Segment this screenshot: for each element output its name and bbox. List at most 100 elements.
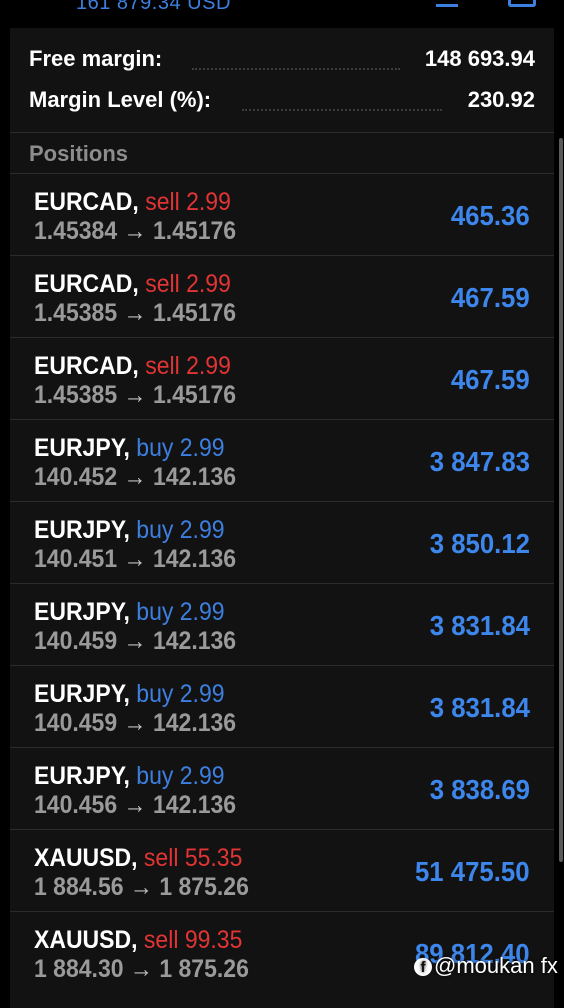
arrow-right-icon: → [117, 381, 153, 409]
position-row[interactable]: EURJPY, buy 2.99 140.459 → 142.136 3 831.8… [10, 665, 554, 747]
price-line: 140.459 → 142.136 [34, 627, 236, 656]
direction: sell [145, 270, 180, 298]
symbol: EURJPY [34, 762, 124, 790]
price-line: 1.45385 → 1.45176 [34, 381, 236, 410]
profit-value: 465.36 [451, 200, 530, 231]
profit-value: 3 850.12 [429, 528, 530, 559]
open-price: 1 884.56 [34, 873, 124, 901]
watermark: f @moukan fx [414, 953, 558, 979]
price-line: 140.451 → 142.136 [34, 545, 236, 574]
direction: sell [145, 352, 180, 380]
volume: 2.99 [186, 188, 231, 216]
current-price: 1.45176 [152, 299, 237, 327]
separator: , [123, 434, 137, 462]
margin-level-label: Margin Level (%): [29, 87, 212, 112]
scrollbar[interactable] [559, 138, 563, 862]
position-title: EURJPY, buy 2.99 [34, 680, 225, 709]
open-price: 140.452 [34, 463, 118, 491]
arrow-right-icon: → [117, 463, 153, 491]
price-line: 140.456 → 142.136 [34, 791, 236, 820]
volume: 2.99 [186, 352, 231, 380]
price-line: 140.459 → 142.136 [34, 709, 236, 738]
position-row[interactable]: EURJPY, buy 2.99 140.452 → 142.136 3 847.8… [10, 419, 554, 501]
watermark-text: @moukan fx [434, 953, 558, 978]
profit-value: 467.59 [451, 282, 530, 313]
profit-value: 3 831.84 [429, 692, 530, 723]
sort-icon[interactable] [436, 0, 458, 7]
position-row[interactable]: EURCAD, sell 2.99 1.45384 → 1.45176 465.36 [10, 173, 554, 255]
volume: 2.99 [179, 762, 225, 790]
direction: buy [136, 434, 174, 462]
position-row[interactable]: EURCAD, sell 2.99 1.45385 → 1.45176 467.59 [10, 255, 554, 337]
margin-level-row: Margin Level (%): 230.92 [10, 81, 554, 121]
open-price: 140.456 [34, 791, 118, 819]
current-price: 1.45176 [152, 217, 237, 245]
price-line: 1.45385 → 1.45176 [34, 299, 236, 328]
current-price: 142.136 [152, 627, 237, 655]
position-title: EURCAD, sell 2.99 [34, 188, 231, 217]
position-row[interactable]: EURJPY, buy 2.99 140.451 → 142.136 3 850.1… [10, 501, 554, 583]
positions-header: Positions [29, 141, 129, 166]
position-title: EURJPY, buy 2.99 [34, 434, 225, 463]
position-title: EURCAD, sell 2.99 [34, 270, 231, 299]
position-row[interactable]: EURCAD, sell 2.99 1.45385 → 1.45176 467.59 [10, 337, 554, 419]
volume: 2.99 [179, 598, 225, 626]
arrow-right-icon: → [123, 955, 160, 983]
trade-panel: Free margin: 148 693.94 Margin Level (%)… [10, 28, 563, 1008]
open-price: 140.459 [34, 627, 118, 655]
symbol: EURJPY [34, 598, 124, 626]
add-order-icon[interactable] [508, 0, 536, 7]
positions-section-header: Positions [10, 132, 554, 174]
separator: , [123, 516, 137, 544]
free-margin-value: 148 693.94 [424, 46, 535, 71]
direction: sell [143, 926, 179, 954]
volume: 2.99 [186, 270, 231, 298]
direction: buy [136, 762, 174, 790]
current-price: 142.136 [152, 463, 237, 491]
arrow-right-icon: → [123, 873, 160, 901]
direction: buy [136, 680, 174, 708]
price-line: 1.45384 → 1.45176 [34, 217, 236, 246]
position-title: XAUUSD, sell 55.35 [34, 844, 242, 873]
volume: 99.35 [184, 926, 243, 954]
balance-value: 161 879.34 USD [76, 0, 231, 14]
facebook-icon: f [414, 958, 432, 976]
volume: 55.35 [184, 844, 243, 872]
current-price: 1.45176 [152, 381, 237, 409]
symbol: EURCAD [34, 270, 133, 298]
price-line: 1 884.56 → 1 875.26 [34, 873, 249, 902]
position-title: EURJPY, buy 2.99 [34, 762, 225, 791]
direction: sell [145, 188, 180, 216]
open-price: 1 884.30 [34, 955, 124, 983]
separator: , [131, 926, 144, 954]
position-title: EURCAD, sell 2.99 [34, 352, 231, 381]
leader-dots [242, 109, 442, 111]
position-title: EURJPY, buy 2.99 [34, 598, 225, 627]
separator: , [123, 680, 137, 708]
symbol: EURCAD [34, 352, 133, 380]
position-row[interactable]: EURJPY, buy 2.99 140.456 → 142.136 3 838.6… [10, 747, 554, 829]
price-line: 140.452 → 142.136 [34, 463, 236, 492]
arrow-right-icon: → [117, 545, 153, 573]
separator: , [123, 762, 137, 790]
top-bar: 161 879.34 USD [0, 0, 564, 28]
profit-value: 467.59 [451, 364, 530, 395]
free-margin-row: Free margin: 148 693.94 [10, 40, 554, 80]
leader-dots [192, 68, 400, 70]
current-price: 1 875.26 [159, 873, 249, 901]
position-title: XAUUSD, sell 99.35 [34, 926, 242, 955]
current-price: 142.136 [152, 545, 237, 573]
direction: sell [143, 844, 179, 872]
open-price: 1.45385 [34, 381, 118, 409]
position-row[interactable]: XAUUSD, sell 55.35 1 884.56 → 1 875.26 51 … [10, 829, 554, 911]
current-price: 142.136 [152, 791, 237, 819]
position-title: EURJPY, buy 2.99 [34, 516, 225, 545]
direction: buy [136, 516, 174, 544]
position-row[interactable]: EURJPY, buy 2.99 140.459 → 142.136 3 831.8… [10, 583, 554, 665]
separator: , [132, 352, 146, 380]
profit-value: 3 838.69 [429, 774, 530, 805]
profit-value: 3 831.84 [429, 610, 530, 641]
symbol: XAUUSD [34, 844, 132, 872]
margin-level-value: 230.92 [467, 87, 535, 112]
position-row[interactable]: XAUUSD, sell 99.35 1 884.30 → 1 875.26 89 … [10, 911, 554, 993]
